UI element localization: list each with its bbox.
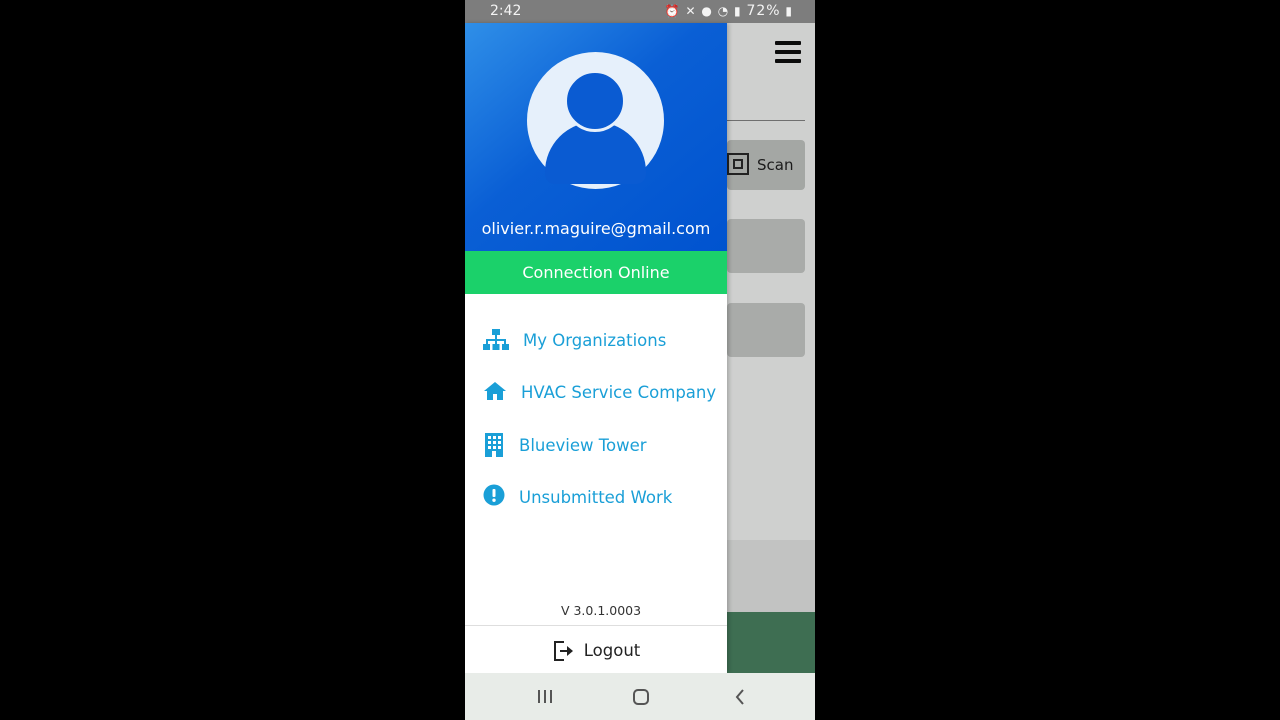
phone-screen: 2:42 ⏰ ✕ ● ◔ ▮ 72% ▮ Scan olivier.r.magu… xyxy=(465,0,815,720)
avatar[interactable] xyxy=(527,52,664,189)
nav-item-label: My Organizations xyxy=(523,330,667,350)
nav-item-my-organizations[interactable]: My Organizations xyxy=(465,320,727,360)
logout-label: Logout xyxy=(583,641,641,660)
status-bar: 2:42 ⏰ ✕ ● ◔ ▮ 72% ▮ xyxy=(465,0,815,23)
hamburger-menu-icon[interactable] xyxy=(775,41,801,65)
back-icon[interactable] xyxy=(728,685,752,709)
alarm-icon: ⏰ xyxy=(664,4,681,18)
status-icons: ⏰ ✕ ● ◔ ▮ 72% ▮ xyxy=(665,3,793,19)
divider xyxy=(465,625,727,626)
user-email: olivier.r.maguire@gmail.com xyxy=(481,219,711,238)
connection-status-banner: Connection Online xyxy=(465,251,727,294)
scan-button[interactable]: Scan xyxy=(727,140,805,190)
exclamation-circle-icon xyxy=(483,484,505,510)
status-time: 2:42 xyxy=(490,3,522,19)
background-panel xyxy=(727,540,815,612)
app-version: V 3.0.1.0003 xyxy=(560,603,642,618)
building-icon xyxy=(483,432,505,458)
scan-label: Scan xyxy=(757,156,794,174)
nav-item-label: Unsubmitted Work xyxy=(519,487,673,507)
nav-item-label: HVAC Service Company xyxy=(521,382,717,402)
avatar-head xyxy=(564,70,626,132)
navigation-drawer: olivier.r.maguire@gmail.com Connection O… xyxy=(465,23,727,673)
home-icon xyxy=(483,379,507,405)
background-action-bar[interactable] xyxy=(727,612,815,673)
recent-apps-icon[interactable] xyxy=(533,685,557,709)
background-card[interactable] xyxy=(727,219,805,273)
nav-item-hvac-service-company[interactable]: HVAC Service Company xyxy=(465,372,727,412)
scan-icon xyxy=(727,153,749,175)
android-nav-bar xyxy=(465,673,815,720)
background-card[interactable] xyxy=(727,303,805,357)
battery-level: 72% xyxy=(746,3,781,19)
drawer-header: olivier.r.maguire@gmail.com xyxy=(465,23,727,251)
nav-item-blueview-tower[interactable]: Blueview Tower xyxy=(465,425,727,465)
nav-item-label: Blueview Tower xyxy=(519,435,647,455)
signal-icon: ▮ xyxy=(734,4,742,18)
logout-button[interactable]: Logout xyxy=(465,628,727,673)
battery-icon: ▮ xyxy=(785,4,793,18)
sitemap-icon xyxy=(483,327,509,353)
wifi-icon: ◔ xyxy=(717,4,730,18)
home-button-icon[interactable] xyxy=(629,685,653,709)
background-divider xyxy=(727,120,805,121)
logout-icon xyxy=(552,640,574,662)
location-icon: ● xyxy=(701,4,713,18)
nav-item-unsubmitted-work[interactable]: Unsubmitted Work xyxy=(465,477,727,517)
mute-icon: ✕ xyxy=(685,4,697,18)
